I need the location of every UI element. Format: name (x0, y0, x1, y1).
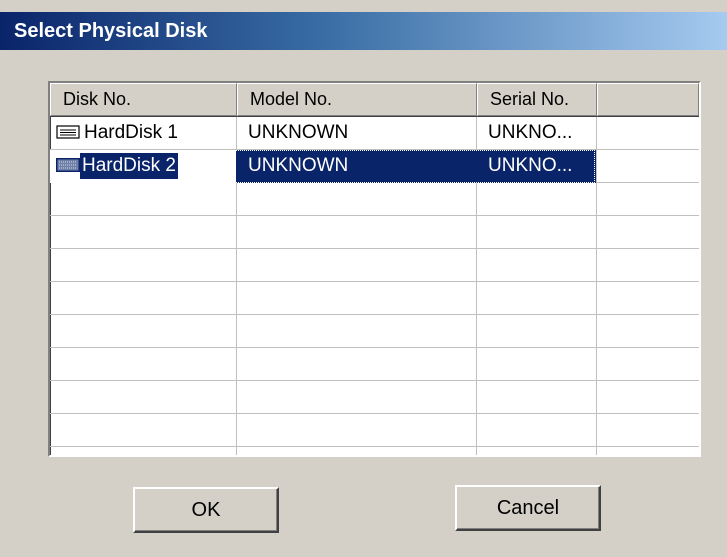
ok-button[interactable]: OK (133, 487, 279, 533)
model-cell: UNKNOWN (248, 122, 349, 143)
hard-disk-icon (56, 124, 80, 140)
column-header-serial-no[interactable]: Serial No. (477, 83, 597, 116)
cancel-button[interactable]: Cancel (455, 485, 601, 531)
disk-name: HardDisk 2 (80, 153, 178, 179)
disk-cell: HardDisk 2 (50, 150, 236, 183)
list-header: Disk No. Model No. Serial No. (50, 83, 699, 116)
column-header-empty[interactable] (597, 83, 699, 116)
model-cell: UNKNOWN (236, 150, 476, 183)
serial-cell: UNKNO... (488, 122, 573, 143)
column-header-model-no[interactable]: Model No. (237, 83, 477, 116)
disk-list-view[interactable]: Disk No. Model No. Serial No. HardDisk 1… (48, 81, 701, 457)
disk-cell: HardDisk 1 (50, 117, 236, 150)
column-header-disk-no[interactable]: Disk No. (50, 83, 237, 116)
table-row[interactable]: HardDisk 1 UNKNOWN UNKNO... (50, 117, 596, 150)
select-physical-disk-dialog: Select Physical Disk Disk No. Model No. … (0, 0, 727, 557)
disk-name: HardDisk 1 (84, 122, 178, 143)
table-row[interactable]: HardDisk 2 UNKNOWN UNKNO... (50, 150, 596, 183)
dialog-title: Select Physical Disk (14, 20, 208, 42)
serial-cell: UNKNO... (476, 150, 596, 183)
title-bar[interactable]: Select Physical Disk (0, 12, 727, 50)
hard-disk-icon (56, 157, 80, 173)
